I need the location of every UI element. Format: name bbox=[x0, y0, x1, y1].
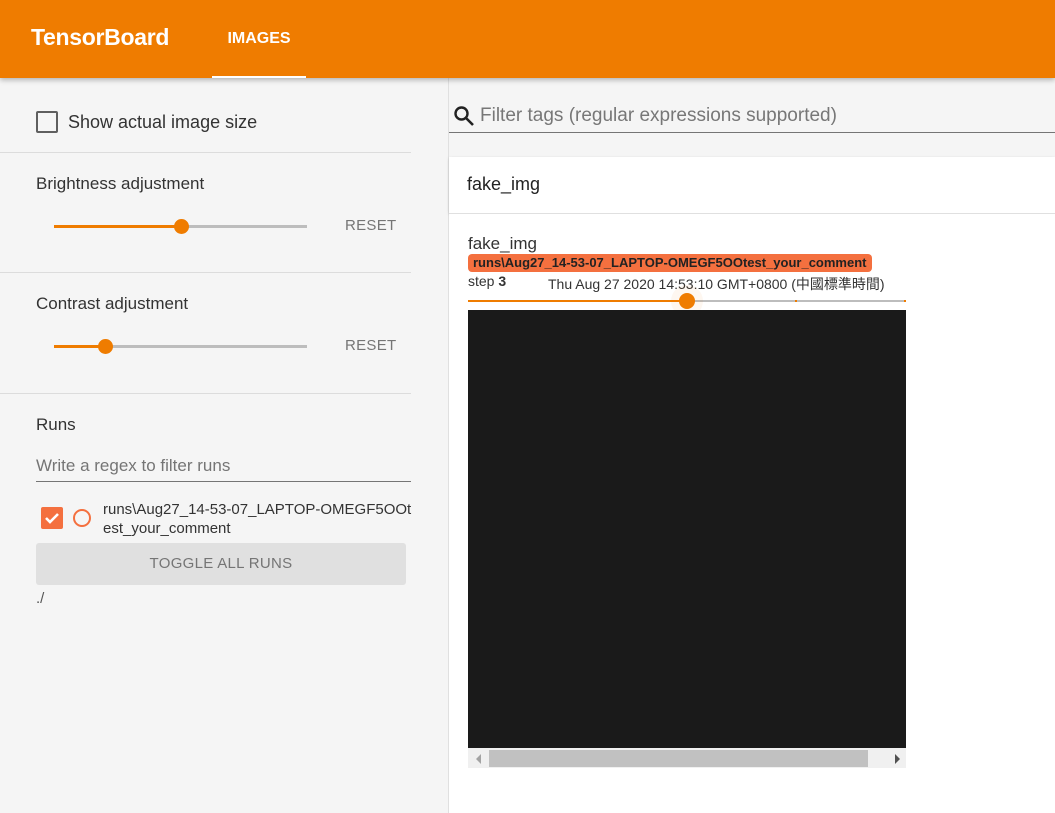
divider bbox=[0, 152, 411, 153]
step-slider[interactable] bbox=[468, 285, 906, 317]
step-indicator: step 3 bbox=[468, 273, 506, 289]
category-name: fake_img bbox=[467, 174, 541, 194]
show-actual-size-checkbox[interactable]: Show actual image size bbox=[36, 111, 257, 133]
slider-knob[interactable] bbox=[97, 339, 113, 354]
search-icon bbox=[454, 106, 474, 126]
slider-fill bbox=[54, 225, 181, 228]
horizontal-scrollbar[interactable] bbox=[468, 748, 906, 768]
divider bbox=[0, 272, 411, 273]
run-checkbox[interactable] bbox=[41, 507, 63, 529]
step-value: 3 bbox=[498, 273, 507, 289]
active-tab-indicator bbox=[212, 76, 306, 78]
slider-knob[interactable] bbox=[173, 219, 189, 234]
app-title: TensorBoard bbox=[31, 24, 170, 50]
main-panel: fake_img fake_img runs\Aug27_14-53-07_LA… bbox=[449, 78, 1055, 813]
category-header[interactable]: fake_img bbox=[449, 157, 1055, 213]
image-tag: fake_img bbox=[468, 234, 537, 253]
slider-knob[interactable] bbox=[679, 293, 695, 309]
top-app-bar: TensorBoard IMAGES bbox=[0, 0, 1055, 78]
tab-images-label: IMAGES bbox=[227, 30, 291, 47]
toggle-all-runs-button[interactable]: TOGGLE ALL RUNS bbox=[36, 543, 406, 585]
contrast-reset-button[interactable]: RESET bbox=[345, 337, 397, 354]
contrast-title: Contrast adjustment bbox=[36, 294, 189, 313]
scroll-left-icon[interactable] bbox=[476, 754, 481, 764]
slider-tick bbox=[904, 300, 906, 302]
checkbox-unchecked-icon[interactable] bbox=[36, 111, 58, 133]
scrollbar-thumb[interactable] bbox=[489, 750, 868, 767]
run-name: runs\Aug27_14-53-07_LAPTOP-OMEGF5OOtest_… bbox=[103, 501, 412, 537]
scroll-right-icon[interactable] bbox=[895, 754, 900, 764]
run-item: runs\Aug27_14-53-07_LAPTOP-OMEGF5OOtest_… bbox=[41, 500, 413, 538]
runs-title: Runs bbox=[36, 415, 76, 434]
contrast-slider[interactable] bbox=[54, 336, 307, 356]
slider-tick bbox=[794, 300, 797, 302]
divider bbox=[0, 393, 411, 394]
runs-filter-input[interactable] bbox=[36, 450, 411, 482]
tab-images[interactable]: IMAGES bbox=[212, 0, 306, 78]
brightness-reset-button[interactable]: RESET bbox=[345, 217, 397, 234]
slider-fill bbox=[468, 300, 687, 302]
logdir-label: ./ bbox=[36, 590, 45, 607]
checkmark-icon bbox=[45, 513, 59, 524]
sidebar: Show actual image size Brightness adjust… bbox=[0, 78, 449, 813]
brightness-slider[interactable] bbox=[54, 216, 307, 236]
image-display bbox=[468, 310, 906, 748]
brightness-title: Brightness adjustment bbox=[36, 174, 205, 193]
run-color-radio[interactable] bbox=[73, 509, 91, 527]
step-label: step bbox=[468, 273, 495, 289]
run-badge: runs\Aug27_14-53-07_LAPTOP-OMEGF5OOtest_… bbox=[468, 254, 872, 272]
show-actual-size-label: Show actual image size bbox=[68, 111, 258, 132]
tag-filter bbox=[449, 100, 1055, 133]
image-card: fake_img runs\Aug27_14-53-07_LAPTOP-OMEG… bbox=[449, 213, 1055, 813]
tag-filter-input[interactable] bbox=[480, 105, 1040, 127]
